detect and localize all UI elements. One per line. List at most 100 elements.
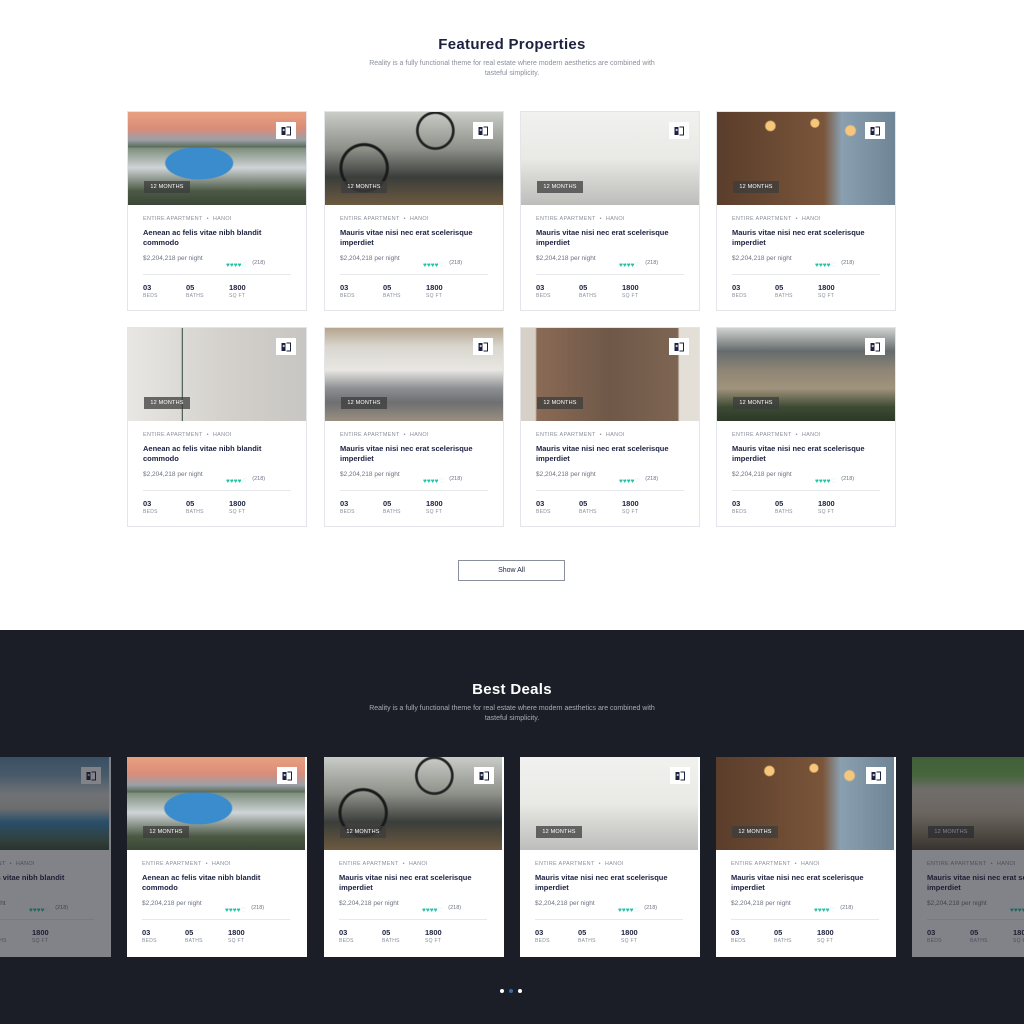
property-card[interactable]: 12 MONTHS ENTIRE APARTMENT • HANOI Mauris … [716, 111, 896, 311]
property-stats: 03BEDS 05BATHS 1800SQ FT [143, 283, 272, 301]
lease-term-badge: 12 MONTHS [341, 397, 387, 409]
property-title[interactable]: Aenean ac felis vitae nibh blandit commo… [0, 873, 96, 893]
property-title[interactable]: Mauris vitae nisi nec erat scelerisque i… [340, 444, 490, 464]
property-title[interactable]: Mauris vitae nisi nec erat scelerisque i… [927, 873, 1024, 893]
divider [339, 919, 487, 920]
compare-button[interactable] [866, 767, 886, 784]
property-type: ENTIRE APARTMENT [732, 216, 792, 222]
heart-filled-icon: ♥ [1017, 907, 1022, 914]
property-card[interactable]: 12 MONTHS ENTIRE APARTMENT • HANOI Mauris … [716, 327, 896, 527]
area-stat: 1800SQ FT [425, 928, 468, 946]
review-count: (218) [841, 476, 855, 482]
compare-button[interactable] [473, 122, 493, 139]
heart-empty-icon: ♡ [633, 907, 640, 914]
show-all-button[interactable]: Show All [458, 560, 565, 581]
baths-value: 05 [383, 283, 392, 292]
property-title[interactable]: Mauris vitae nisi nec erat scelerisque i… [340, 228, 490, 248]
property-title[interactable]: Mauris vitae nisi nec erat scelerisque i… [732, 444, 882, 464]
property-type: ENTIRE APARTMENT [339, 861, 399, 867]
beds-value: 03 [732, 283, 741, 292]
beds-stat: 03 BEDS [142, 928, 185, 946]
divider [340, 274, 488, 275]
property-title[interactable]: Mauris vitae nisi nec erat scelerisque i… [339, 873, 489, 893]
compare-button[interactable] [670, 767, 690, 784]
rating-hearts: ♥♥♥♥♡ [814, 899, 835, 917]
area-label: SQ FT [229, 293, 246, 299]
compare-button[interactable] [277, 767, 297, 784]
baths-stat: 05BATHS [775, 283, 818, 301]
property-title[interactable]: Mauris vitae nisi nec erat scelerisque i… [536, 444, 686, 464]
compare-button[interactable] [276, 338, 296, 355]
compare-button[interactable] [669, 122, 689, 139]
compare-button[interactable] [474, 767, 494, 784]
area-value: 1800 [229, 499, 246, 508]
property-meta: ENTIRE APARTMENT•HANOI [536, 432, 625, 438]
review-count: (218) [645, 476, 659, 482]
property-title[interactable]: Mauris vitae nisi nec erat scelerisque i… [536, 228, 686, 248]
property-type: ENTIRE APARTMENT [535, 861, 595, 867]
lease-term-badge: 12 MONTHS [537, 397, 583, 409]
property-type: ENTIRE APARTMENT [536, 216, 596, 222]
property-price: $2,204,218 per night [143, 255, 203, 262]
property-photo[interactable] [0, 757, 109, 850]
property-city: HANOI [15, 861, 35, 867]
beds-value: 03 [731, 928, 740, 937]
property-title[interactable]: Aenean ac felis vitae nibh blandit commo… [142, 873, 292, 893]
section-title: Best Deals [472, 681, 552, 698]
property-price: $2,204,218 per night [536, 471, 596, 478]
property-card[interactable]: 12 MONTHS ENTIRE APARTMENT • HANOI Mauris … [520, 757, 700, 957]
property-stats: 03BEDS 05BATHS 1800SQ FT [0, 928, 75, 946]
property-card[interactable]: 12 MONTHS ENTIRE APARTMENT • HANOI Mauris … [520, 327, 700, 527]
property-city: HANOI [604, 861, 624, 867]
area-value: 1800 [818, 499, 835, 508]
property-card[interactable]: 12 MONTHS ENTIRE APARTMENT•HANOI Aenean … [0, 757, 111, 957]
area-label: SQ FT [229, 509, 246, 515]
property-rating: ♥♥♥♥♡ (218) [619, 254, 658, 272]
property-stats: 03BEDS 05BATHS 1800SQ FT [732, 283, 861, 301]
compare-button[interactable] [473, 338, 493, 355]
beds-stat: 03 BEDS [731, 928, 774, 946]
property-card[interactable]: 12 MONTHS ENTIRE APARTMENT • HANOI Mauris … [520, 111, 700, 311]
property-city: HANOI [212, 216, 232, 222]
property-card[interactable]: 12 MONTHS ENTIRE APARTMENT • HANOI Mauris … [324, 111, 504, 311]
property-city: HANOI [605, 432, 625, 438]
compare-button[interactable] [865, 122, 885, 139]
property-card[interactable]: 12 MONTHS ENTIRE APARTMENT • HANOI Mauris … [324, 757, 504, 957]
area-label: SQ FT [32, 938, 49, 944]
area-label: SQ FT [228, 938, 245, 944]
property-title[interactable]: Mauris vitae nisi nec erat scelerisque i… [731, 873, 881, 893]
pagination-dot[interactable] [518, 989, 522, 993]
property-title[interactable]: Aenean ac felis vitae nibh blandit commo… [143, 444, 293, 464]
property-title[interactable]: Mauris vitae nisi nec erat scelerisque i… [732, 228, 882, 248]
property-title[interactable]: Mauris vitae nisi nec erat scelerisque i… [535, 873, 685, 893]
rating-hearts: ♥♥♥♥♡ [815, 470, 836, 488]
compare-button[interactable] [865, 338, 885, 355]
review-count: (218) [840, 905, 854, 911]
property-card[interactable]: 12 MONTHS ENTIRE APARTMENT•HANOI Aenean … [127, 327, 307, 527]
property-card[interactable]: 12 MONTHS ENTIRE APARTMENT • HANOI Mauris … [716, 757, 896, 957]
property-price: $2,204,218 per night [340, 471, 400, 478]
property-photo[interactable] [912, 757, 1024, 850]
property-card[interactable]: 12 MONTHS ENTIRE APARTMENT•HANOI Aenean … [127, 111, 307, 311]
lease-term-badge: 12 MONTHS [733, 397, 779, 409]
heart-empty-icon: ♡ [830, 262, 837, 269]
property-card[interactable]: 12 MONTHS ENTIRE APARTMENT • HANOI Mauris … [324, 327, 504, 527]
property-card[interactable]: 12 MONTHS ENTIRE APARTMENT•HANOI Aenean … [127, 757, 307, 957]
compare-icon [871, 771, 881, 780]
heart-empty-icon: ♡ [438, 262, 445, 269]
beds-label: BEDS [732, 509, 747, 515]
pagination-dot[interactable] [509, 989, 513, 993]
beds-value: 03 [535, 928, 544, 937]
property-title[interactable]: Aenean ac felis vitae nibh blandit commo… [143, 228, 293, 248]
property-card[interactable]: 12 MONTHS ENTIRE APARTMENT • HANOI Mauris … [912, 757, 1024, 957]
property-city: HANOI [211, 861, 231, 867]
property-rating: ♥♥♥♥♡ (218) [618, 899, 657, 917]
beds-stat: 03 BEDS [536, 283, 579, 301]
area-value: 1800 [818, 283, 835, 292]
compare-button[interactable] [81, 767, 101, 784]
compare-icon [675, 771, 685, 780]
pagination-dot[interactable] [500, 989, 504, 993]
compare-button[interactable] [276, 122, 296, 139]
compare-button[interactable] [669, 338, 689, 355]
area-value: 1800 [32, 928, 49, 937]
